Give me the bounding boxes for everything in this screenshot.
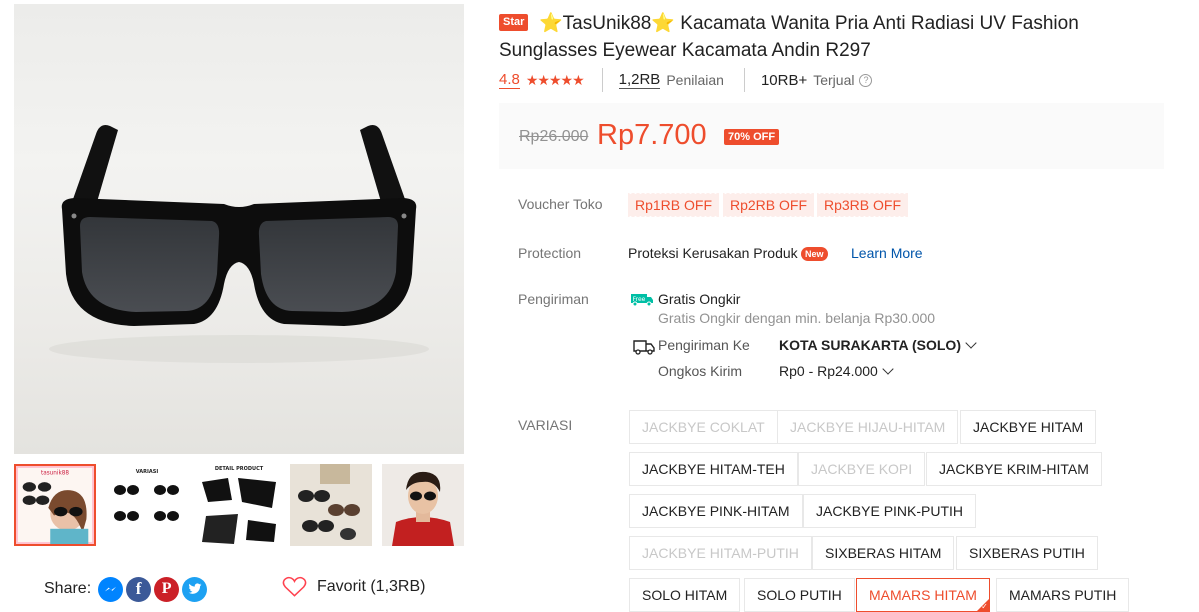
thumb-detail-caption: DETAIL PRODUCT	[215, 466, 264, 472]
free-icon-text: Free	[633, 296, 646, 303]
pinterest-icon[interactable]: P	[154, 576, 180, 602]
divider	[743, 68, 745, 92]
product-page: tasunik88 VARIASI DETAIL PRODUCT Share: …	[0, 0, 1199, 612]
truck-icon	[633, 340, 655, 355]
shipping-destination-value: KOTA SURAKARTA (SOLO)	[779, 337, 961, 353]
protection-text: Proteksi Kerusakan Produk	[628, 245, 798, 261]
variation-option[interactable]: JACKBYE HITAM-TEH	[629, 452, 798, 486]
shipping-cost-label: Ongkos Kirim	[658, 363, 743, 379]
variation-option-label: MAMARS HITAM	[869, 587, 977, 603]
shipping-cost-dropdown[interactable]: Rp0 - Rp24.000	[779, 363, 894, 379]
variation-option[interactable]: JACKBYE HITAM	[960, 410, 1097, 444]
price-box: Rp26.000 Rp7.700 70% OFF	[499, 103, 1164, 169]
sunglasses-illustration	[49, 125, 429, 363]
variation-option[interactable]: SOLO HITAM	[629, 578, 741, 612]
thumb-model-woman[interactable]: tasunik88	[14, 464, 96, 546]
sold-label: Terjual	[813, 72, 855, 88]
thumb-model-man[interactable]	[382, 464, 464, 546]
favorite-button[interactable]: Favorit (1,3RB)	[282, 576, 425, 598]
thumb-collection[interactable]	[290, 464, 372, 546]
sold-count: 10RB+	[760, 71, 808, 89]
variation-option[interactable]: JACKBYE KRIM-HITAM	[926, 452, 1102, 486]
free-shipping-title: Gratis Ongkir	[658, 291, 741, 307]
original-price: Rp26.000	[519, 128, 589, 145]
product-title: ⭐TasUnik88⭐ Kacamata Wanita Pria Anti Ra…	[499, 13, 1079, 61]
chevron-down-icon	[882, 363, 894, 375]
share-label: Share:	[44, 580, 92, 597]
new-badge: New	[801, 247, 828, 261]
variation-option: JACKBYE HIJAU-HITAM	[777, 410, 959, 444]
rating-stars-icon: ★★★★★	[525, 71, 585, 88]
free-shipping-subtitle: Gratis Ongkir dengan min. belanja Rp30.0…	[658, 310, 936, 326]
thumb-variants-caption: VARIASI	[136, 469, 159, 475]
check-icon: ✓	[981, 602, 988, 611]
share-row: Share: f P	[44, 576, 208, 602]
variation-option-selected[interactable]: MAMARS HITAM ✓	[856, 578, 990, 612]
voucher-chip[interactable]: Rp2RB OFF	[723, 192, 815, 218]
learn-more-link[interactable]: Learn More	[851, 245, 923, 261]
heart-icon	[282, 576, 307, 597]
shipping-to-label: Pengiriman Ke	[658, 337, 750, 353]
variation-option[interactable]: SIXBERAS PUTIH	[956, 536, 1098, 570]
variation-option: JACKBYE COKLAT	[629, 410, 778, 444]
reviews-label: Penilaian	[666, 72, 724, 88]
free-shipping-icon: Free	[631, 294, 653, 307]
discount-badge: 70% OFF	[724, 129, 780, 145]
variation-option[interactable]: MAMARS PUTIH	[996, 578, 1130, 612]
messenger-icon[interactable]	[98, 576, 124, 602]
favorite-label: Favorit (1,3RB)	[317, 578, 426, 595]
protection-label: Protection	[518, 245, 582, 261]
help-icon[interactable]: ?	[859, 73, 873, 87]
reviews-count[interactable]: 1,2RB	[618, 71, 661, 89]
variation-option[interactable]: SOLO PUTIH	[744, 578, 855, 612]
current-price: Rp7.700	[597, 119, 707, 151]
twitter-icon[interactable]	[182, 576, 208, 602]
thumbnail-strip: tasunik88 VARIASI DETAIL PRODUCT	[14, 464, 464, 546]
facebook-icon[interactable]: f	[126, 576, 152, 602]
chevron-down-icon	[965, 337, 977, 349]
variation-option: JACKBYE KOPI	[798, 452, 926, 486]
main-product-image[interactable]	[14, 4, 464, 454]
rating-row: 4.8 ★★★★★ 1,2RB Penilaian 10RB+ Terjual …	[499, 68, 873, 92]
variation-option[interactable]: JACKBYE PINK-HITAM	[629, 494, 803, 528]
thumb-detail[interactable]: DETAIL PRODUCT	[198, 464, 280, 546]
thumb-variants[interactable]: VARIASI	[106, 464, 188, 546]
variation-label: VARIASI	[518, 417, 573, 433]
variation-option: JACKBYE HITAM-PUTIH	[629, 536, 812, 570]
voucher-chip[interactable]: Rp1RB OFF	[628, 192, 720, 218]
voucher-chip[interactable]: Rp3RB OFF	[817, 192, 909, 218]
rating-value[interactable]: 4.8	[499, 71, 520, 89]
variation-option[interactable]: JACKBYE PINK-PUTIH	[803, 494, 977, 528]
variation-option[interactable]: SIXBERAS HITAM	[812, 536, 955, 570]
shipping-destination-dropdown[interactable]: KOTA SURAKARTA (SOLO)	[779, 337, 977, 353]
shipping-cost-value: Rp0 - Rp24.000	[779, 363, 878, 379]
voucher-label: Voucher Toko	[518, 196, 603, 212]
divider	[601, 68, 603, 92]
shipping-label: Pengiriman	[518, 291, 589, 307]
thumb-brand-text: tasunik88	[41, 471, 69, 477]
